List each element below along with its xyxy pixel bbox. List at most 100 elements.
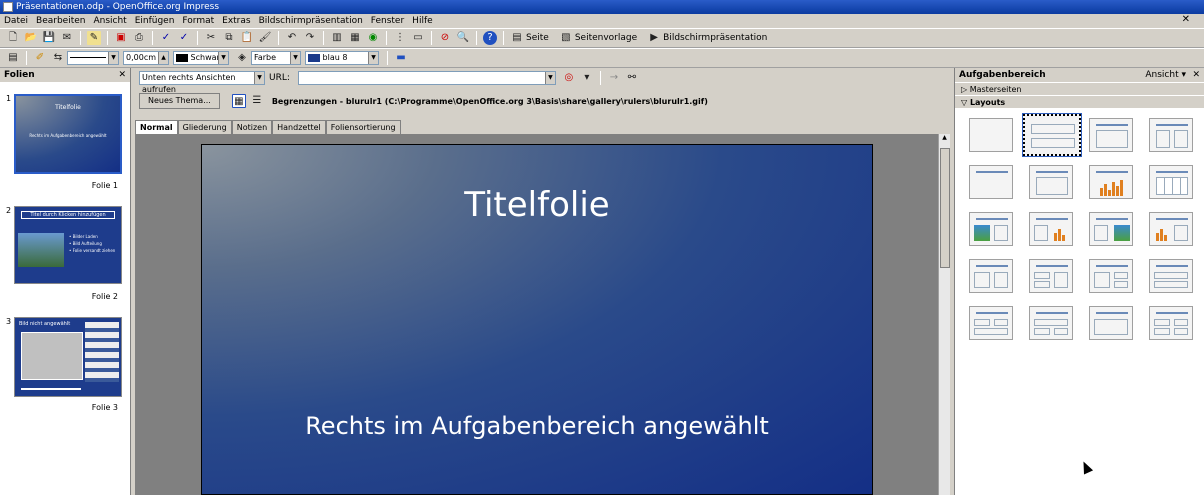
slide-thumbnail-2[interactable]: Titel durch Klicken hinzufügen • Bilder …	[14, 206, 122, 284]
menu-einfuegen[interactable]: Einfügen	[135, 16, 175, 26]
section-masterseiten[interactable]: ▷ Masterseiten	[955, 82, 1204, 95]
print-icon[interactable]: ⎙	[132, 31, 146, 45]
layout-title-2content[interactable]	[1149, 118, 1193, 152]
close-document-icon[interactable]: ✕	[1182, 14, 1190, 25]
area-icon[interactable]: ◈	[235, 51, 249, 65]
slide-thumbnail-1[interactable]: Titelfolie Rechts im Aufgabenbereich ang…	[14, 94, 122, 174]
menu-format[interactable]: Format	[182, 16, 214, 26]
seite-button[interactable]: Seite	[526, 33, 549, 43]
tab-gliederung[interactable]: Gliederung	[177, 120, 232, 134]
draw-functions-icon[interactable]: ⊘	[438, 31, 452, 45]
shadow-icon[interactable]: ▬	[394, 51, 408, 65]
layout-title-2content-content[interactable]	[1029, 259, 1073, 293]
layout-title-content-over-content[interactable]	[1149, 259, 1193, 293]
styles-icon[interactable]: ▤	[6, 51, 20, 65]
hyperlink-target-select[interactable]: Unten rechts Ansichten aufrufen ▼	[139, 71, 265, 94]
chart-icon[interactable]: ▥	[330, 31, 344, 45]
fill-type-select[interactable]: Farbe ▼	[251, 51, 301, 65]
tab-handzettel[interactable]: Handzettel	[272, 120, 326, 134]
menu-fenster[interactable]: Fenster	[371, 16, 404, 26]
edit-file-icon[interactable]: ✎	[87, 31, 101, 45]
find-icon[interactable]: →	[607, 71, 621, 85]
view-menu[interactable]: Ansicht ▾	[1145, 68, 1186, 82]
save-icon[interactable]: 💾	[42, 31, 56, 45]
menu-ansicht[interactable]: Ansicht	[93, 16, 126, 26]
navigator-icon[interactable]: ◉	[366, 31, 380, 45]
slide-subtitle[interactable]: Rechts im Aufgabenbereich angewählt	[202, 412, 872, 440]
menu-datei[interactable]: Datei	[4, 16, 28, 26]
undo-icon[interactable]: ↶	[285, 31, 299, 45]
binoculars-icon[interactable]: ⚯	[625, 71, 639, 85]
export-pdf-icon[interactable]: ▣	[114, 31, 128, 45]
grid-icon[interactable]: ⋮	[393, 31, 407, 45]
layout-title-content-wide[interactable]	[1089, 306, 1133, 340]
layout-blank[interactable]	[969, 118, 1013, 152]
layout-centered-text[interactable]	[1029, 165, 1073, 199]
dropdown-arrow-icon[interactable]: ▾	[580, 71, 594, 85]
copy-icon[interactable]: ⧉	[222, 31, 236, 45]
layout-title-chart-text[interactable]	[1149, 212, 1193, 246]
standard-toolbar: 🗋 📂 💾 ✉ ✎ ▣ ⎙ ✓ ✓ ✂ ⧉ 📋 🖌 ↶ ↷ ▥ ▦ ◉ ⋮ ▭ …	[0, 28, 1204, 48]
fill-color-select[interactable]: blau 8 ▼	[305, 51, 379, 65]
slide-number: 2	[6, 206, 12, 215]
slide-title[interactable]: Titelfolie	[202, 185, 872, 225]
layout-title-content[interactable]	[1089, 118, 1133, 152]
close-icon[interactable]: ✕	[1192, 68, 1200, 82]
scrollbar-thumb[interactable]	[940, 148, 950, 268]
layout-title-content-2content[interactable]	[1089, 259, 1133, 293]
vertical-scrollbar[interactable]: ▲	[938, 134, 950, 495]
layout-title-object-text[interactable]	[969, 259, 1013, 293]
tab-foliensortierung[interactable]: Foliensortierung	[325, 120, 401, 134]
menu-bearbeiten[interactable]: Bearbeiten	[36, 16, 85, 26]
close-icon[interactable]: ✕	[118, 68, 126, 82]
menu-hilfe[interactable]: Hilfe	[412, 16, 432, 26]
slideshow-icon[interactable]: ▶	[647, 31, 661, 45]
paste-icon[interactable]: 📋	[240, 31, 254, 45]
hyperlink-icon[interactable]: ◎	[562, 71, 576, 85]
spellcheck-icon[interactable]: ✓	[159, 31, 173, 45]
line-icon[interactable]: ✐	[33, 51, 47, 65]
layout-title-only[interactable]	[969, 165, 1013, 199]
layout-title-clipart-text[interactable]	[969, 212, 1013, 246]
slide-number: 3	[6, 317, 12, 326]
line-style-select[interactable]: ▼	[67, 51, 119, 65]
line-width-input[interactable]: 0,00cm ▲	[123, 51, 169, 65]
layout-title-table[interactable]	[1149, 165, 1193, 199]
menu-extras[interactable]: Extras	[222, 16, 250, 26]
slide-thumbnail-3[interactable]: Bild nicht angewählt	[14, 317, 122, 397]
layout-title-chart[interactable]	[1089, 165, 1133, 199]
layout-title-4content[interactable]	[1149, 306, 1193, 340]
zoom-icon[interactable]: 🔍	[456, 31, 470, 45]
tab-normal[interactable]: Normal	[135, 120, 178, 134]
layout-title-text-clipart[interactable]	[1089, 212, 1133, 246]
neues-thema-button[interactable]: Neues Thema...	[139, 93, 220, 109]
layout-title-2content-over-content[interactable]	[969, 306, 1013, 340]
open-icon[interactable]: 📂	[24, 31, 38, 45]
help-icon[interactable]: ?	[483, 31, 497, 45]
arrow-style-icon[interactable]: ⇆	[51, 51, 65, 65]
redo-icon[interactable]: ↷	[303, 31, 317, 45]
section-layouts[interactable]: ▽ Layouts	[955, 95, 1204, 108]
icon-view-icon[interactable]: ▦	[231, 94, 246, 108]
format-paintbrush-icon[interactable]: 🖌	[258, 31, 272, 45]
layout-title-text-chart[interactable]	[1029, 212, 1073, 246]
page-template-icon[interactable]: ▧	[559, 31, 573, 45]
menu-bildschirmpraesentation[interactable]: Bildschirmpräsentation	[259, 16, 363, 26]
email-icon[interactable]: ✉	[60, 31, 74, 45]
tab-notizen[interactable]: Notizen	[231, 120, 273, 134]
seitenvorlage-button[interactable]: Seitenvorlage	[575, 33, 637, 43]
layout-title-content-over-2content[interactable]	[1029, 306, 1073, 340]
autospellcheck-icon[interactable]: ✓	[177, 31, 191, 45]
line-color-select[interactable]: Schwar ▼	[173, 51, 229, 65]
url-input[interactable]: ▼	[297, 71, 556, 85]
slide-canvas[interactable]: Titelfolie Rechts im Aufgabenbereich ang…	[201, 144, 873, 495]
new-document-icon[interactable]: 🗋	[6, 31, 20, 45]
table-icon[interactable]: ▦	[348, 31, 362, 45]
bildschirmpraesentation-button[interactable]: Bildschirmpräsentation	[663, 33, 767, 43]
page-icon[interactable]: ▤	[510, 31, 524, 45]
display-icon[interactable]: ▭	[411, 31, 425, 45]
cut-icon[interactable]: ✂	[204, 31, 218, 45]
layout-title-slide[interactable]	[1022, 113, 1082, 157]
scroll-up-icon[interactable]: ▲	[939, 134, 950, 141]
detail-view-icon[interactable]: ☰	[250, 94, 264, 108]
